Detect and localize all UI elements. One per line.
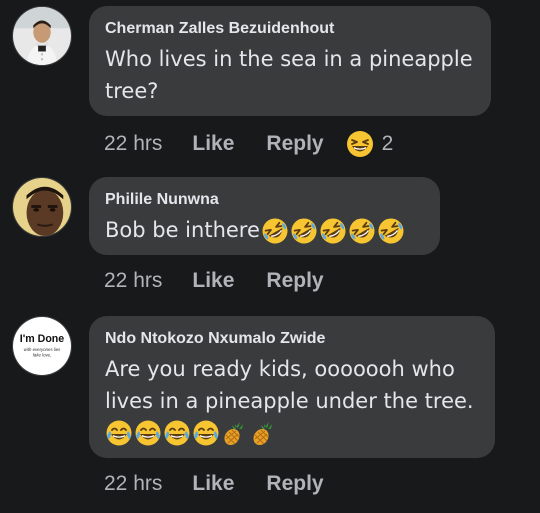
comment-text: Are you ready kids, ooooooh who lives in… bbox=[105, 357, 474, 413]
like-button[interactable]: Like bbox=[192, 472, 234, 496]
avatar-text-sub: fake love, bbox=[33, 353, 52, 358]
rolling-on-floor-laughing-icon bbox=[261, 217, 289, 245]
reply-button[interactable]: Reply bbox=[266, 269, 323, 293]
tears-of-joy-icon bbox=[163, 419, 191, 447]
comment-author[interactable]: Ndo Ntokozo Nxumalo Zwide bbox=[105, 329, 479, 349]
avatar[interactable] bbox=[12, 177, 72, 237]
rolling-on-floor-laughing-icon bbox=[348, 217, 376, 245]
rolling-on-floor-laughing-icon bbox=[319, 217, 347, 245]
reply-button[interactable]: Reply bbox=[266, 132, 323, 156]
like-button[interactable]: Like bbox=[192, 132, 234, 156]
comment-author[interactable]: Philile Nunwna bbox=[105, 190, 424, 210]
like-button[interactable]: Like bbox=[192, 269, 234, 293]
tears-of-joy-icon bbox=[105, 419, 133, 447]
avatar[interactable] bbox=[12, 6, 72, 66]
comment-timestamp[interactable]: 22 hrs bbox=[104, 269, 162, 293]
comment-actions: 22 hrs Like Reply bbox=[104, 269, 324, 293]
profile-photo bbox=[13, 7, 71, 65]
comment-actions: 22 hrs Like Reply 2 bbox=[104, 130, 393, 158]
comment-bubble: Philile Nunwna Bob be inthere bbox=[89, 177, 440, 255]
avatar-text-main: I'm Done bbox=[20, 333, 65, 345]
pineapple-icon bbox=[250, 419, 278, 447]
emoji-row bbox=[105, 419, 479, 447]
comment-timestamp[interactable]: 22 hrs bbox=[104, 472, 162, 496]
comment-text: Bob be inthere bbox=[105, 214, 424, 246]
profile-photo: I'm Done with everyones lies fake love, bbox=[13, 317, 71, 375]
rolling-on-floor-laughing-icon bbox=[377, 217, 405, 245]
rolling-on-floor-laughing-icon bbox=[290, 217, 318, 245]
tears-of-joy-icon bbox=[134, 419, 162, 447]
tears-of-joy-icon bbox=[192, 419, 220, 447]
comment-author[interactable]: Cherman Zalles Bezuidenhout bbox=[105, 19, 475, 39]
avatar[interactable]: I'm Done with everyones lies fake love, bbox=[12, 316, 72, 376]
grinning-squinting-face-icon bbox=[346, 130, 374, 158]
reaction-summary[interactable]: 2 bbox=[346, 130, 394, 158]
avatar-text-sub: with everyones lies bbox=[24, 347, 62, 352]
reply-button[interactable]: Reply bbox=[266, 472, 323, 496]
pineapple-icon bbox=[221, 419, 249, 447]
reaction-count: 2 bbox=[381, 132, 394, 155]
profile-photo bbox=[13, 178, 71, 236]
comment-bubble: Ndo Ntokozo Nxumalo Zwide Are you ready … bbox=[89, 316, 495, 458]
emoji-row bbox=[261, 217, 405, 245]
comment-bubble: Cherman Zalles Bezuidenhout Who lives in… bbox=[89, 6, 491, 116]
comment-actions: 22 hrs Like Reply bbox=[104, 472, 324, 496]
comment-text-content: Bob be inthere bbox=[105, 218, 260, 242]
comment-timestamp[interactable]: 22 hrs bbox=[104, 132, 162, 156]
comment-text: Who lives in the sea in a pineapple tree… bbox=[105, 47, 473, 103]
